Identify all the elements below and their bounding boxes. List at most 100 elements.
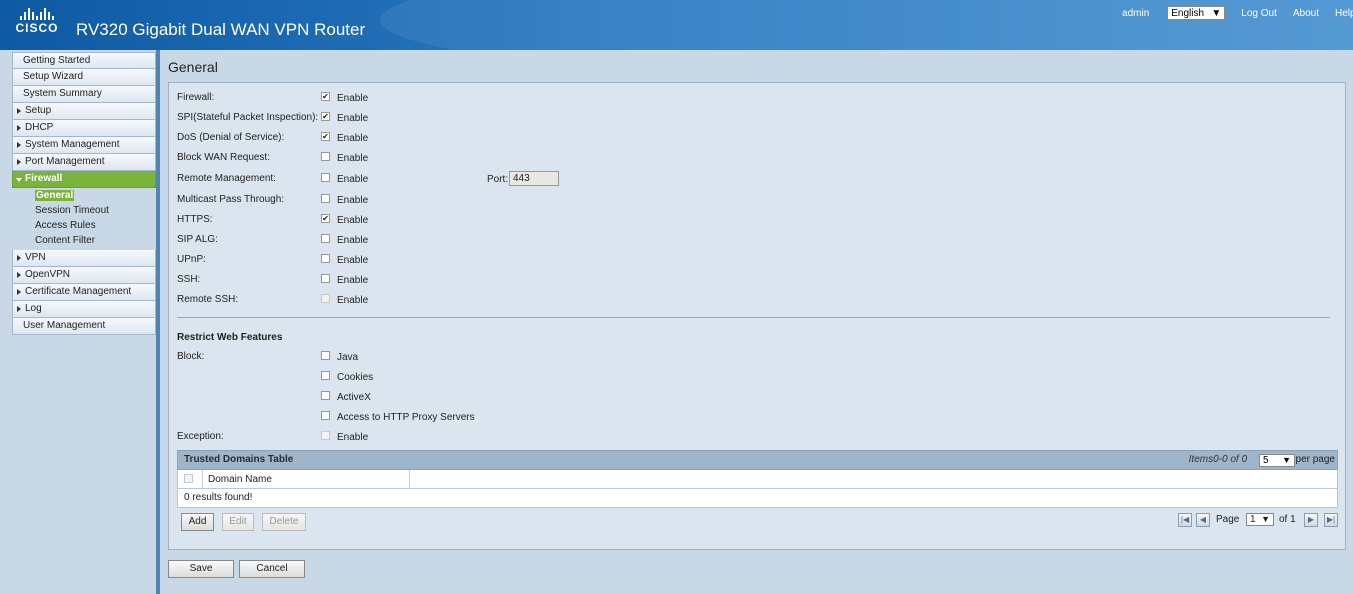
firewall-checkbox[interactable]: ✔ [321, 92, 330, 101]
subnav-item-general-label: General [35, 190, 75, 201]
setting-label: Block WAN Request: [177, 152, 270, 163]
enable-label: Enable [337, 215, 369, 226]
spi-checkbox[interactable]: ✔ [321, 112, 330, 121]
table-column-header: Domain Name [177, 470, 1338, 489]
proxy-checkbox[interactable] [321, 411, 330, 420]
domain-name-column[interactable]: Domain Name [208, 474, 272, 485]
enable-label: Enable [337, 295, 369, 306]
last-page-icon[interactable]: ▶| [1324, 513, 1338, 527]
sidebar: Getting Started Setup Wizard System Summ… [0, 50, 160, 594]
subnav-item-content-filter[interactable]: Content Filter [12, 233, 156, 248]
logout-link[interactable]: Log Out [1241, 8, 1277, 19]
setting-label: UPnP: [177, 254, 206, 265]
enable-label: Enable [337, 153, 369, 164]
setting-label: SPI(Stateful Packet Inspection): [177, 112, 319, 123]
https-checkbox[interactable]: ✔ [321, 214, 330, 223]
enable-label: Enable [337, 235, 369, 246]
enable-label: Enable [337, 93, 369, 104]
setting-label: Firewall: [177, 92, 215, 103]
enable-label: Enable [337, 255, 369, 266]
per-page-label: per page [1295, 454, 1335, 465]
per-page-select[interactable]: 5 ▼ [1259, 454, 1295, 467]
section-divider [177, 317, 1330, 318]
sidebar-item-firewall[interactable]: Firewall [12, 171, 156, 188]
sidebar-nav: Getting Started Setup Wizard System Summ… [12, 52, 156, 335]
about-link[interactable]: About [1293, 8, 1319, 19]
page-value: 1 [1250, 514, 1256, 525]
pagination: |◀ ◀ Page 1 ▼ of 1 ▶ ▶| [1178, 513, 1343, 527]
remote-management-checkbox[interactable] [321, 173, 330, 182]
setting-label: SIP ALG: [177, 234, 218, 245]
sidebar-item-certificate-management[interactable]: Certificate Management [12, 284, 156, 301]
language-select[interactable]: English ▼ [1167, 6, 1226, 20]
sidebar-item-getting-started[interactable]: Getting Started [12, 52, 156, 69]
cancel-button[interactable]: Cancel [239, 560, 305, 578]
chevron-down-icon: ▼ [1282, 455, 1291, 465]
page-select[interactable]: 1 ▼ [1246, 513, 1274, 526]
sip-alg-checkbox[interactable] [321, 234, 330, 243]
save-button[interactable]: Save [168, 560, 234, 578]
exception-checkbox[interactable] [321, 431, 330, 440]
add-button[interactable]: Add [181, 513, 214, 531]
setting-label: SSH: [177, 274, 201, 285]
block-label: Block: [177, 351, 205, 362]
page-title: General [168, 59, 218, 75]
multicast-checkbox[interactable] [321, 194, 330, 203]
column-divider [202, 470, 203, 488]
enable-label: Enable [337, 133, 369, 144]
header-bar: CISCO RV320 Gigabit Dual WAN VPN Router … [0, 0, 1353, 50]
cookies-label: Cookies [337, 372, 374, 383]
activex-label: ActiveX [337, 392, 371, 403]
java-label: Java [337, 352, 359, 363]
upnp-checkbox[interactable] [321, 254, 330, 263]
port-input[interactable]: 443 [509, 171, 559, 186]
setting-label: DoS (Denial of Service): [177, 132, 285, 143]
subnav-item-access-rules[interactable]: Access Rules [12, 218, 156, 233]
sidebar-item-port-management[interactable]: Port Management [12, 154, 156, 171]
enable-label: Enable [337, 174, 369, 185]
restrict-web-features-title: Restrict Web Features [177, 332, 283, 343]
trusted-domains-table: Trusted Domains Table Items0-0 of 0 5 ▼ … [177, 450, 1338, 524]
table-empty-row: 0 results found! [177, 489, 1338, 508]
per-page-value: 5 [1263, 455, 1269, 466]
setting-label: HTTPS: [177, 214, 213, 225]
port-label: Port: [487, 174, 509, 185]
activex-checkbox[interactable] [321, 391, 330, 400]
main-content: General Firewall: ✔ Enable SPI(Stateful … [160, 50, 1353, 594]
sidebar-item-user-management[interactable]: User Management [12, 318, 156, 335]
table-header: Trusted Domains Table Items0-0 of 0 5 ▼ … [177, 450, 1338, 470]
firewall-subnav: General Session Timeout Access Rules Con… [12, 188, 156, 250]
help-link[interactable]: Help [1335, 8, 1353, 19]
sidebar-item-openvpn[interactable]: OpenVPN [12, 267, 156, 284]
sidebar-item-log[interactable]: Log [12, 301, 156, 318]
delete-button[interactable]: Delete [262, 513, 306, 531]
page-of-label: of 1 [1279, 514, 1296, 525]
ssh-checkbox[interactable] [321, 274, 330, 283]
sidebar-item-system-management[interactable]: System Management [12, 137, 156, 154]
first-page-icon[interactable]: |◀ [1178, 513, 1192, 527]
edit-button[interactable]: Edit [222, 513, 254, 531]
setting-label: Multicast Pass Through: [177, 194, 285, 205]
dos-checkbox[interactable]: ✔ [321, 132, 330, 141]
setting-label: Remote Management: [177, 173, 276, 184]
subnav-item-general[interactable]: General [12, 188, 156, 203]
sidebar-item-setup-wizard[interactable]: Setup Wizard [12, 69, 156, 86]
sidebar-item-setup[interactable]: Setup [12, 103, 156, 120]
sidebar-item-dhcp[interactable]: DHCP [12, 120, 156, 137]
proxy-label: Access to HTTP Proxy Servers [337, 412, 475, 423]
table-title: Trusted Domains Table [184, 454, 294, 465]
prev-page-icon[interactable]: ◀ [1196, 513, 1210, 527]
next-page-icon[interactable]: ▶ [1304, 513, 1318, 527]
cookies-checkbox[interactable] [321, 371, 330, 380]
sidebar-item-vpn[interactable]: VPN [12, 250, 156, 267]
subnav-item-session-timeout[interactable]: Session Timeout [12, 203, 156, 218]
remote-ssh-checkbox[interactable] [321, 294, 330, 303]
chevron-down-icon: ▼ [1211, 7, 1222, 19]
sidebar-item-system-summary[interactable]: System Summary [12, 86, 156, 103]
enable-label: Enable [337, 195, 369, 206]
block-wan-checkbox[interactable] [321, 152, 330, 161]
java-checkbox[interactable] [321, 351, 330, 360]
select-all-checkbox[interactable] [184, 474, 193, 483]
product-title: RV320 Gigabit Dual WAN VPN Router [76, 20, 366, 39]
chevron-down-icon: ▼ [1261, 514, 1270, 524]
